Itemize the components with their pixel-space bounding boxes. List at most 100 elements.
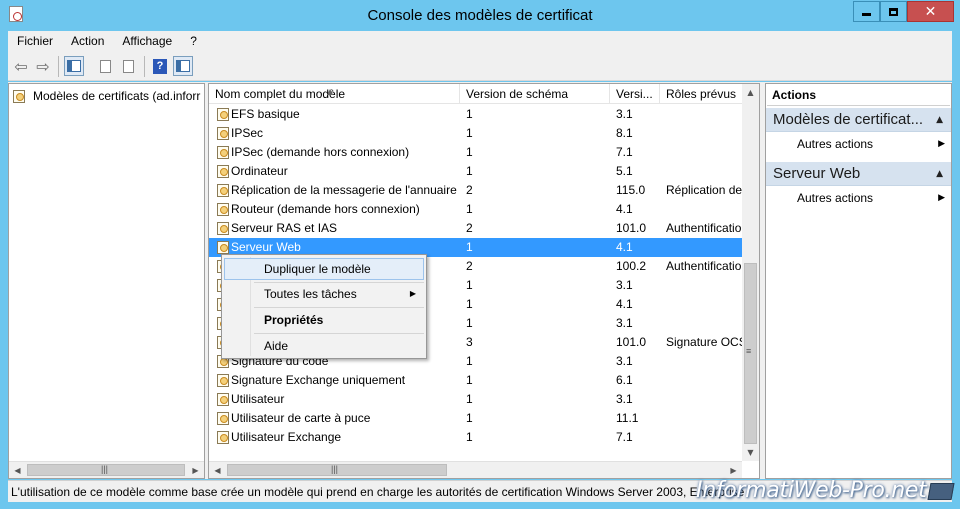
cell-schema-version: 1: [466, 164, 473, 178]
table-row[interactable]: IPSec (demande hors connexion) 1 7.1: [209, 143, 744, 162]
menu-affichage[interactable]: Affichage: [113, 31, 181, 52]
submenu-arrow-icon: ▶: [409, 289, 416, 298]
maximize-button[interactable]: [880, 1, 907, 22]
table-row[interactable]: Utilisateur de carte à puce 1 11.1: [209, 409, 744, 428]
actions-section-web-server[interactable]: Serveur Web ▲: [766, 162, 951, 186]
minimize-button[interactable]: [853, 1, 880, 22]
menu-item-duplicate-template[interactable]: Dupliquer le modèle: [224, 258, 424, 280]
menu-item-all-tasks[interactable]: Toutes les tâches ▶: [224, 283, 424, 305]
title-bar[interactable]: Console des modèles de certificat ✕: [0, 0, 960, 31]
scroll-grip-icon: ≡: [746, 346, 752, 356]
list-horizontal-scrollbar[interactable]: ◀ ||| ▶: [209, 461, 742, 478]
show-tree-button[interactable]: [64, 56, 84, 76]
cell-schema-version: 1: [466, 392, 473, 406]
other-actions-label: Autres actions: [797, 137, 874, 151]
cell-name: Signature Exchange uniquement: [231, 373, 406, 387]
console-tree-pane: Modèles de certificats (ad.inforr ◀ ||| …: [8, 83, 205, 479]
table-row[interactable]: Serveur RAS et IAS 2 101.0 Authentificatio: [209, 219, 744, 238]
scroll-down-icon[interactable]: ▼: [742, 444, 759, 461]
tree-item-certificate-templates[interactable]: Modèles de certificats (ad.inforr: [13, 87, 200, 105]
collapse-icon[interactable]: ▲: [936, 162, 943, 185]
cell-version: 4.1: [616, 297, 633, 311]
table-row[interactable]: EFS basique 1 3.1: [209, 105, 744, 124]
menu-item-help[interactable]: Aide: [224, 335, 424, 357]
actions-section-certificate-templates[interactable]: Modèles de certificat... ▲: [766, 108, 951, 132]
table-row[interactable]: Signature Exchange uniquement 1 6.1: [209, 371, 744, 390]
cell-schema-version: 1: [466, 145, 473, 159]
menu-bar: Fichier Action Affichage ?: [8, 31, 952, 52]
cell-version: 4.1: [616, 240, 633, 254]
cell-schema-version: 2: [466, 183, 473, 197]
certificate-template-icon: [217, 374, 229, 387]
actions-title: Actions: [767, 85, 950, 106]
cell-name: Utilisateur Exchange: [231, 430, 342, 444]
menu-item-properties[interactable]: Propriétés: [224, 309, 424, 331]
scroll-up-icon[interactable]: ▲: [742, 84, 759, 101]
cell-version: 101.0: [616, 335, 647, 349]
certificate-template-icon: [217, 184, 229, 197]
table-row[interactable]: Utilisateur Exchange 1 7.1: [209, 428, 744, 447]
cell-schema-version: 1: [466, 354, 473, 368]
scroll-left-icon[interactable]: ◀: [9, 462, 26, 478]
cell-version: 4.1: [616, 202, 633, 216]
certificate-template-icon: [217, 146, 229, 159]
table-row[interactable]: Réplication de la messagerie de l'annuai…: [209, 181, 744, 200]
show-action-pane-button[interactable]: [173, 56, 193, 76]
cell-version: 11.1: [616, 411, 639, 425]
cell-version: 115.0: [616, 183, 646, 197]
table-row[interactable]: Ordinateur 1 5.1: [209, 162, 744, 181]
table-row[interactable]: IPSec 1 8.1: [209, 124, 744, 143]
actions-pane: Actions Modèles de certificat... ▲ Autre…: [765, 83, 952, 479]
cell-version: 3.1: [616, 316, 633, 330]
cell-schema-version: 1: [466, 411, 473, 425]
cell-schema-version: 1: [466, 316, 473, 330]
certificate-templates-icon: [13, 89, 25, 103]
menu-separator: [254, 333, 424, 334]
column-header-label: Nom complet du modèle: [215, 87, 346, 101]
collapse-icon[interactable]: ▲: [936, 108, 943, 131]
table-row[interactable]: Utilisateur 1 3.1: [209, 390, 744, 409]
properties-button[interactable]: [95, 56, 115, 76]
table-row[interactable]: Routeur (demande hors connexion) 1 4.1: [209, 200, 744, 219]
scroll-left-icon[interactable]: ◀: [209, 462, 226, 478]
back-button[interactable]: ⇦: [11, 56, 31, 76]
help-button[interactable]: ?: [150, 56, 170, 76]
close-button[interactable]: ✕: [907, 1, 954, 22]
tree-horizontal-scrollbar[interactable]: ◀ ||| ▶: [9, 461, 204, 478]
menu-help[interactable]: ?: [181, 31, 206, 52]
app-window: Console des modèles de certificat ✕ Fich…: [0, 0, 960, 509]
cell-version: 3.1: [616, 278, 633, 292]
cell-schema-version: 2: [466, 259, 473, 273]
menu-fichier[interactable]: Fichier: [8, 31, 62, 52]
cell-intended-roles: Signature OCS: [666, 335, 744, 349]
scroll-right-icon[interactable]: ▶: [187, 462, 204, 478]
cell-version: 5.1: [616, 164, 633, 178]
tree-item-label: Modèles de certificats (ad.inforr: [33, 89, 201, 103]
cell-name: Utilisateur: [231, 392, 285, 406]
back-arrow-icon: ⇦: [14, 56, 28, 76]
scroll-right-icon[interactable]: ▶: [725, 462, 742, 478]
cell-name: Ordinateur: [231, 164, 288, 178]
laptop-logo-icon: [927, 483, 955, 500]
export-list-button[interactable]: [118, 56, 138, 76]
scroll-grip-icon: |||: [101, 464, 109, 474]
column-header-version[interactable]: Versi...: [610, 84, 660, 104]
cell-version: 6.1: [616, 373, 633, 387]
column-header-schema[interactable]: Version de schéma: [460, 84, 610, 104]
other-actions-item[interactable]: Autres actions ▶: [766, 189, 951, 208]
sort-ascending-icon: ▲: [327, 87, 334, 96]
other-actions-item[interactable]: Autres actions ▶: [766, 135, 951, 154]
cell-name: Routeur (demande hors connexion): [231, 202, 420, 216]
menu-separator: [254, 307, 424, 308]
scroll-grip-icon: |||: [331, 464, 339, 474]
cell-version: 7.1: [616, 430, 633, 444]
column-header-name[interactable]: Nom complet du modèle ▲: [209, 84, 460, 104]
cell-version: 3.1: [616, 354, 633, 368]
column-header-roles[interactable]: Rôles prévus: [660, 84, 744, 104]
menu-action[interactable]: Action: [62, 31, 113, 52]
forward-button[interactable]: ⇨: [33, 56, 53, 76]
cell-name: IPSec: [231, 126, 264, 140]
toolbar: ⇦ ⇨ ?: [8, 52, 952, 81]
list-vertical-scrollbar[interactable]: ▲ ≡ ▼: [742, 84, 759, 461]
maximize-icon: [889, 7, 898, 16]
